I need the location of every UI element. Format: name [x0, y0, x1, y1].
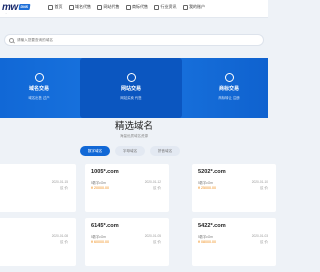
- site-logo[interactable]: mw DNS: [2, 1, 30, 13]
- nav-label: 网站代售: [103, 4, 120, 9]
- search-input[interactable]: [17, 38, 217, 42]
- service-title: 网站交易: [120, 86, 141, 92]
- domain-name: 1005*.com: [91, 169, 119, 175]
- domain-card[interactable]: 1005*.com 5数字cOm 2020-01-12 ¥ 20000.00 议…: [85, 164, 169, 212]
- nav-label: 我的账户: [189, 4, 205, 9]
- nav-label: 行业资讯: [160, 4, 177, 9]
- domain-date: 2020-01-12: [144, 180, 161, 184]
- domain-tag: 5数字cOm: [198, 181, 213, 185]
- section-title: 精选域名: [114, 121, 153, 132]
- website-icon: [126, 73, 136, 82]
- top-navigation-bar: mw DNS ... 首页 域名代售 网站代售 商标代售 行业资讯 我的账户: [0, 0, 268, 18]
- domain-negotiable: 议 价: [259, 240, 268, 244]
- home-icon: [48, 4, 53, 10]
- domain-name: 5422*.com: [198, 223, 226, 229]
- search-box[interactable]: [4, 34, 264, 46]
- nav-item-trademark[interactable]: 商标代售: [125, 4, 148, 10]
- main-nav: 首页 域名代售 网站代售 商标代售 行业资讯 我的账户: [48, 4, 205, 10]
- nav-label: 商标代售: [132, 4, 148, 9]
- domain-tag: 5数字cOm: [198, 235, 213, 239]
- tab-pinyin[interactable]: 拼音域名: [150, 146, 180, 156]
- trademark-icon: [224, 73, 234, 82]
- domain-price: ¥ 25000.00: [198, 186, 216, 190]
- nav-item-home[interactable]: 首页: [48, 4, 63, 10]
- domain-card[interactable]: 5422*.com 5数字cOm 2020-01-03 ¥ 08000.00 议…: [192, 218, 276, 266]
- user-icon: [182, 4, 188, 10]
- domain-category-tabs: 数字域名 字母域名 拼音域名: [80, 146, 180, 156]
- service-card-trademark[interactable]: 商标交易 商标转让 注册: [190, 58, 268, 118]
- domain-card[interactable]: 2020-01-15 议 价: [0, 164, 76, 212]
- service-card-domain[interactable]: 域名交易 域名出售 过户: [0, 58, 78, 118]
- logo-text: mw: [2, 1, 18, 13]
- domain-negotiable: 议 价: [152, 186, 161, 190]
- domain-card[interactable]: 6145*.com 5数字cOm 2020-01-05 ¥ 60000.00 议…: [85, 218, 169, 266]
- domain-date: 2020-01-05: [144, 234, 161, 238]
- logo-badge: DNS: [18, 4, 30, 10]
- service-card-website[interactable]: 网站交易 网站买卖 代售: [80, 58, 182, 118]
- tab-numeric[interactable]: 数字域名: [80, 146, 110, 156]
- domain-price: ¥ 20000.00: [91, 186, 109, 190]
- domain-date: 2020-01-03: [251, 234, 268, 238]
- tab-letter[interactable]: 字母域名: [115, 146, 145, 156]
- service-band: 域名交易 域名出售 过户 网站交易 网站买卖 代售 商标交易 商标转让 注册: [0, 58, 268, 118]
- domain-price: ¥ 08000.00: [198, 240, 216, 244]
- website-icon: [97, 4, 102, 10]
- nav-item-domain[interactable]: 域名代售: [68, 4, 91, 10]
- domain-name: 5202*.com: [198, 169, 226, 175]
- nav-item-news[interactable]: 行业资讯: [154, 4, 177, 10]
- service-title: 商标交易: [218, 86, 239, 92]
- nav-label: 首页: [54, 4, 63, 9]
- service-subtitle: 商标转让 注册: [218, 96, 240, 100]
- domain-negotiable: 议 价: [152, 240, 161, 244]
- service-subtitle: 网站买卖 代售: [120, 96, 142, 100]
- logo-subtitle: ...: [5, 12, 8, 15]
- domain-icon: [68, 4, 74, 10]
- news-icon: [154, 4, 159, 10]
- domain-date: 2020-01-10: [251, 180, 268, 184]
- nav-item-website[interactable]: 网站代售: [97, 4, 120, 10]
- domain-negotiable: 议 价: [259, 186, 268, 190]
- domain-date: 2020-01-08: [51, 234, 68, 238]
- domain-negotiable: 议 价: [59, 240, 68, 244]
- domain-name: 6145*.com: [91, 223, 119, 229]
- globe-icon: [34, 73, 44, 82]
- domain-card[interactable]: 2020-01-08 议 价: [0, 218, 76, 266]
- service-title: 域名交易: [28, 86, 49, 92]
- domain-card[interactable]: 5202*.com 5数字cOm 2020-01-10 ¥ 25000.00 议…: [192, 164, 276, 212]
- domain-price: ¥ 60000.00: [91, 240, 109, 244]
- domain-tag: 5数字cOm: [91, 181, 106, 185]
- domain-date: 2020-01-15: [51, 180, 68, 184]
- domain-negotiable: 议 价: [59, 186, 68, 190]
- search-icon: [9, 37, 14, 43]
- domain-tag: 5数字cOm: [91, 235, 106, 239]
- search-row: [0, 30, 268, 50]
- service-subtitle: 域名出售 过户: [28, 96, 50, 100]
- nav-item-account[interactable]: 我的账户: [182, 4, 205, 10]
- nav-label: 域名代售: [75, 4, 91, 9]
- section-subtitle: 海量优质域名资源: [120, 134, 148, 138]
- trademark-icon: [125, 4, 131, 10]
